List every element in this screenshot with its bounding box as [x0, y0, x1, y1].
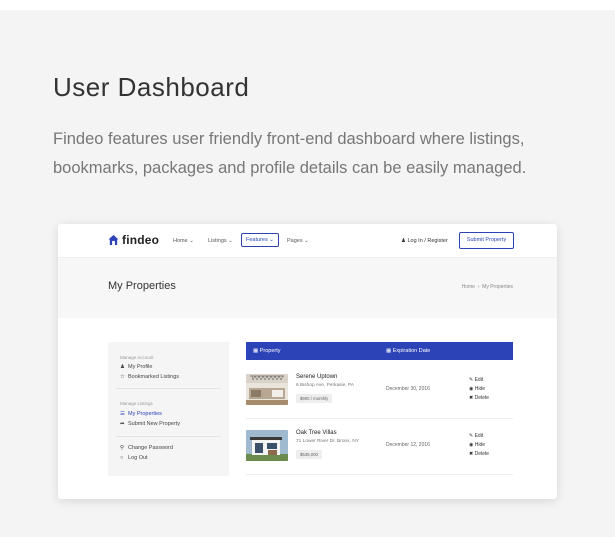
- sidebar-heading-account: Manage Account: [120, 355, 154, 360]
- user-icon: ♟: [401, 238, 406, 244]
- power-icon: ○: [120, 455, 124, 461]
- delete-action[interactable]: ✖ Delete: [469, 395, 489, 401]
- property-price: $900 / monthly: [296, 394, 333, 403]
- logo[interactable]: findeo: [108, 233, 159, 247]
- col-property: ▦ Property: [253, 348, 281, 354]
- page-title: My Properties: [108, 280, 176, 292]
- dashboard-screenshot: findeo Home ⌄ Listings ⌄ Features ⌄ Page…: [58, 224, 557, 499]
- sidebar-item-log-out[interactable]: ○ Log Out: [120, 455, 148, 461]
- feature-panel: User Dashboard Findeo features user frie…: [0, 10, 615, 537]
- property-thumbnail[interactable]: [246, 430, 288, 461]
- nav-pages[interactable]: Pages ⌄: [287, 238, 309, 244]
- hide-action[interactable]: ◉ Hide: [469, 386, 485, 392]
- eye-icon: ◉: [469, 442, 474, 448]
- table-row: Oak Tree Villas 71 Lower River Dr. Bronx…: [246, 418, 513, 475]
- edit-action[interactable]: ✎ Edit: [469, 433, 483, 439]
- user-icon: ♟: [120, 364, 125, 370]
- page-titlebar: My Properties Home › My Properties: [58, 258, 557, 318]
- sidebar-divider: [116, 436, 221, 437]
- dashboard-sidebar: Manage Account ♟ My Profile ☆ Bookmarked L…: [108, 342, 229, 476]
- home-logo-icon: [108, 234, 119, 246]
- edit-action[interactable]: ✎ Edit: [469, 377, 483, 383]
- section-description: Findeo features user friendly front-end …: [53, 130, 527, 177]
- list-icon: ☰: [120, 411, 125, 417]
- lock-icon: ⚲: [120, 445, 125, 451]
- property-title[interactable]: Oak Tree Villas: [296, 430, 337, 436]
- property-price: $535,000: [296, 450, 322, 459]
- share-icon: ➦: [120, 421, 125, 427]
- property-address: 71 Lower River Dr. Bronx, NY: [296, 439, 359, 444]
- section-title: User Dashboard: [53, 72, 250, 102]
- x-icon: ✖: [469, 451, 474, 457]
- property-thumbnail[interactable]: [246, 374, 288, 405]
- pencil-icon: ✎: [469, 377, 474, 383]
- star-icon: ☆: [120, 374, 125, 380]
- breadcrumb-current: My Properties: [482, 284, 513, 290]
- sidebar-divider: [116, 388, 221, 389]
- logo-text: findeo: [122, 233, 160, 247]
- x-icon: ✖: [469, 395, 474, 401]
- login-register-link[interactable]: ♟ Log In / Register: [401, 238, 448, 244]
- properties-table-header: ▦ Property ▦ Expiration Date: [246, 342, 513, 360]
- delete-action[interactable]: ✖ Delete: [469, 451, 489, 457]
- col-expiration: ▦ Expiration Date: [386, 348, 431, 354]
- sidebar-item-submit-new[interactable]: ➦ Submit New Property: [120, 421, 180, 427]
- sidebar-heading-listings: Manage Listings: [120, 401, 153, 406]
- nav-home[interactable]: Home ⌄: [173, 238, 194, 244]
- expiration-date: December 30, 2016: [386, 386, 430, 392]
- property-title[interactable]: Serene Uptown: [296, 374, 337, 380]
- eye-icon: ◉: [469, 386, 474, 392]
- top-navbar: findeo Home ⌄ Listings ⌄ Features ⌄ Page…: [58, 224, 557, 258]
- nav-listings[interactable]: Listings ⌄: [208, 238, 233, 244]
- breadcrumb-home[interactable]: Home: [462, 284, 475, 290]
- table-row: Serene Uptown 6 Bishop Ave. Perkasie, PA…: [246, 362, 513, 419]
- hide-action[interactable]: ◉ Hide: [469, 442, 485, 448]
- nav-features[interactable]: Features ⌄: [241, 233, 279, 247]
- submit-property-button[interactable]: Submit Property: [459, 232, 514, 249]
- sidebar-item-my-profile[interactable]: ♟ My Profile: [120, 364, 152, 370]
- pencil-icon: ✎: [469, 433, 474, 439]
- sidebar-item-change-password[interactable]: ⚲ Change Password: [120, 445, 173, 451]
- expiration-date: December 12, 2016: [386, 442, 430, 448]
- sidebar-item-my-properties[interactable]: ☰ My Properties: [120, 411, 162, 417]
- document-icon: ▦: [253, 348, 259, 354]
- calendar-icon: ▦: [386, 348, 392, 354]
- sidebar-item-bookmarked[interactable]: ☆ Bookmarked Listings: [120, 374, 179, 380]
- property-address: 6 Bishop Ave. Perkasie, PA: [296, 383, 354, 388]
- breadcrumb: Home › My Properties: [461, 284, 513, 290]
